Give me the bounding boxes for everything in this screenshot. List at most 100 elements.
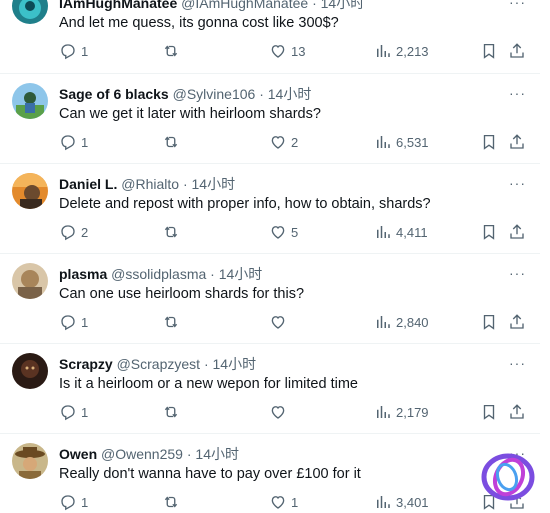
like-count: 13 (291, 43, 306, 59)
views-button[interactable]: 2,179 (374, 403, 429, 421)
views-button[interactable]: 4,411 (374, 223, 428, 241)
handle[interactable]: @Rhialto (121, 176, 179, 192)
timestamp[interactable]: 14小时 (219, 266, 263, 282)
avatar[interactable] (12, 353, 48, 389)
retweet-button[interactable] (162, 313, 184, 331)
like-button[interactable] (269, 313, 291, 331)
reply-count: 1 (81, 134, 89, 150)
tweet[interactable]: Owen @Owenn259 · 14小时 ··· Really don't w… (0, 433, 540, 511)
heart-icon (271, 136, 285, 149)
display-name[interactable]: IAmHughManatee (59, 0, 177, 11)
timestamp[interactable]: 14小时 (213, 356, 257, 372)
timestamp[interactable]: 14小时 (268, 86, 312, 102)
like-count: 2 (291, 134, 299, 150)
tweet[interactable]: Daniel L. @Rhialto · 14小时 ··· Delete and… (0, 163, 540, 254)
share-button[interactable] (508, 223, 526, 241)
separator-dot: · (210, 266, 215, 282)
share-button[interactable] (508, 133, 526, 151)
heart-icon (271, 226, 285, 239)
handle[interactable]: @Sylvine106 (173, 86, 256, 102)
avatar[interactable] (12, 173, 48, 209)
separator-dot: · (259, 86, 264, 102)
handle[interactable]: @Owenn259 (101, 446, 183, 462)
more-options-button[interactable]: ··· (509, 265, 526, 281)
avatar[interactable] (12, 83, 48, 119)
like-button[interactable]: 1 (269, 493, 298, 511)
reply-button[interactable]: 1 (59, 133, 88, 151)
bookmark-button[interactable] (480, 313, 498, 331)
tweet-header: Daniel L. @Rhialto · 14小时 (59, 175, 235, 193)
share-button[interactable] (508, 403, 526, 421)
views-button[interactable]: 2,840 (374, 313, 429, 331)
timestamp[interactable]: 14小时 (321, 0, 365, 11)
tweet-header: Scrapzy @Scrapzyest · 14小时 (59, 355, 256, 373)
retweet-button[interactable] (162, 133, 184, 151)
reply-button[interactable]: 1 (59, 313, 88, 331)
bookmark-button[interactable] (480, 403, 498, 421)
share-icon (510, 404, 524, 419)
retweet-button[interactable] (162, 42, 184, 60)
more-options-button[interactable]: ··· (509, 355, 526, 371)
handle[interactable]: @ssolidplasma (111, 266, 206, 282)
like-button[interactable] (269, 403, 291, 421)
display-name[interactable]: Daniel L. (59, 176, 117, 192)
reply-button[interactable]: 1 (59, 403, 88, 421)
like-button[interactable]: 2 (269, 133, 298, 151)
views-button[interactable]: 2,213 (374, 42, 429, 60)
bookmark-button[interactable] (480, 42, 498, 60)
display-name[interactable]: Sage of 6 blacks (59, 86, 169, 102)
like-button[interactable]: 13 (269, 42, 305, 60)
avatar[interactable] (12, 263, 48, 299)
views-icon (377, 496, 390, 508)
display-name[interactable]: Scrapzy (59, 356, 113, 372)
watermark-logo-icon (481, 453, 535, 501)
avatar[interactable] (12, 0, 48, 24)
retweet-icon (164, 136, 178, 148)
tweet-text: Can we get it later with heirloom shards… (59, 106, 321, 122)
handle[interactable]: @Scrapzyest (117, 356, 200, 372)
handle[interactable]: @IAmHughManatee (181, 0, 308, 11)
more-options-button[interactable]: ··· (509, 85, 526, 101)
bookmark-icon (483, 134, 495, 150)
views-button[interactable]: 6,531 (374, 133, 429, 151)
action-bar: 1 2,840 (59, 313, 529, 333)
bookmark-button[interactable] (480, 223, 498, 241)
share-button[interactable] (508, 313, 526, 331)
tweet[interactable]: Scrapzy @Scrapzyest · 14小时 ··· Is it a h… (0, 343, 540, 434)
view-count: 2,840 (396, 314, 429, 330)
retweet-button[interactable] (162, 403, 184, 421)
timestamp[interactable]: 14小时 (195, 446, 239, 462)
separator-dot: · (182, 176, 188, 192)
reply-icon (61, 44, 75, 60)
share-icon (510, 224, 524, 239)
bookmark-icon (483, 43, 495, 59)
share-button[interactable] (508, 42, 526, 60)
reply-button[interactable]: 1 (59, 493, 88, 511)
avatar[interactable] (12, 443, 48, 479)
retweet-button[interactable] (162, 223, 184, 241)
more-options-button[interactable]: ··· (509, 175, 526, 191)
tweet[interactable]: plasma @ssolidplasma · 14小时 ··· Can one … (0, 253, 540, 344)
display-name[interactable]: Owen (59, 446, 97, 462)
reply-button[interactable]: 1 (59, 42, 88, 60)
like-button[interactable]: 5 (269, 223, 298, 241)
timestamp[interactable]: 14小时 (192, 176, 236, 192)
reply-button[interactable]: 2 (59, 223, 88, 241)
tweet-text: Can one use heirloom shards for this? (59, 286, 305, 302)
separator-dot: · (203, 356, 209, 372)
separator-dot: · (312, 0, 317, 11)
tweet[interactable]: IAmHughManatee @IAmHughManatee · 14小时 ··… (0, 0, 540, 74)
retweet-button[interactable] (162, 493, 184, 511)
share-icon (510, 134, 524, 149)
display-name[interactable]: plasma (59, 266, 107, 282)
reply-count: 1 (81, 404, 89, 420)
bookmark-button[interactable] (480, 133, 498, 151)
views-button[interactable]: 3,401 (374, 493, 429, 511)
reply-count: 2 (81, 224, 89, 240)
tweet-text: And let me quess, its gonna cost like 30… (59, 15, 339, 31)
heart-icon (271, 406, 285, 419)
retweet-icon (164, 406, 178, 418)
more-options-button[interactable]: ··· (509, 0, 526, 10)
view-count: 6,531 (396, 134, 429, 150)
tweet[interactable]: Sage of 6 blacks @Sylvine106 · 14小时 ··· … (0, 73, 540, 164)
